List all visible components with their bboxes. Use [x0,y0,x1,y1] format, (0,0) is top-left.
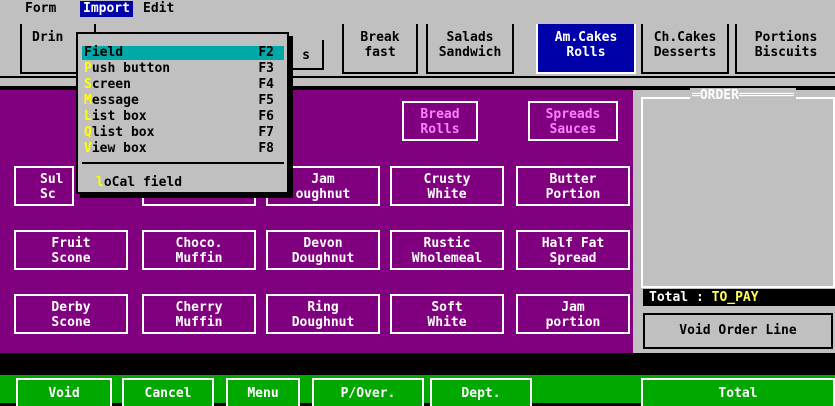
category-s-button[interactable]: s [288,40,324,70]
category-chcakes-button[interactable]: Ch.Cakes Desserts [641,24,729,74]
subcategory-bread-rolls-button[interactable]: Bread Rolls [402,101,478,141]
product-button[interactable]: Rustic Wholemeal [390,230,504,270]
hotkey-letter: V [84,141,92,156]
category-salads-button[interactable]: Salads Sandwich [426,24,514,74]
menu-item-push-button[interactable]: Push button F3 [82,62,284,76]
menu-bar: Form Import Edit [0,0,835,18]
bottom-bar: Void Cancel Menu P/Over. Dept. Total [0,375,835,406]
product-button[interactable]: Jam portion [516,294,630,334]
category-breakfast-button[interactable]: Break fast [342,24,418,74]
product-button[interactable]: Butter Portion [516,166,630,206]
menu-item-local-field[interactable]: loCal field [82,176,284,190]
subcategory-spreads-button[interactable]: Spreads Sauces [528,101,618,141]
menu-item-list-box[interactable]: List box F6 [82,110,284,124]
product-button[interactable]: Devon Doughnut [266,230,380,270]
menu-import[interactable]: Import [80,1,133,17]
hotkey-letter: S [84,77,92,92]
product-button[interactable]: Ring Doughnut [266,294,380,334]
product-button[interactable]: Choco. Muffin [142,230,256,270]
product-button[interactable]: Half Fat Spread [516,230,630,270]
menu-item-view-box[interactable]: View box F8 [82,142,284,156]
menu-separator [82,162,284,164]
department-button[interactable]: Dept. [430,378,532,406]
menu-item-screen[interactable]: Screen F4 [82,78,284,92]
divider [0,353,835,375]
total-button[interactable]: Total [641,378,835,406]
menu-form[interactable]: Form [22,1,59,17]
hotkey-letter: L [84,109,92,124]
void-order-line-button[interactable]: Void Order Line [643,313,833,349]
product-button[interactable]: Soft White [390,294,504,334]
order-total: Total : TO_PAY [643,289,835,306]
product-button[interactable]: Fruit Scone [14,230,128,270]
order-list[interactable] [641,97,835,288]
hotkey-letter: l [96,175,104,190]
category-amcakes-button[interactable]: Am.Cakes Rolls [536,24,636,74]
cancel-button[interactable]: Cancel [122,378,214,406]
product-button[interactable]: Crusty White [390,166,504,206]
menu-edit[interactable]: Edit [140,1,177,17]
menu-item-field[interactable]: Field F2 [82,46,284,60]
price-override-button[interactable]: P/Over. [312,378,424,406]
menu-item-message[interactable]: Message F5 [82,94,284,108]
hotkey-letter: Q [84,125,92,140]
product-button[interactable]: Derby Scone [14,294,128,334]
hotkey-letter: M [84,93,92,108]
void-button[interactable]: Void [16,378,112,406]
product-button[interactable]: Cherry Muffin [142,294,256,334]
product-button[interactable]: Sul Sc [14,166,74,206]
import-dropdown-menu: Field F2 Push button F3 Screen F4 Message F5… [76,32,289,194]
hotkey-letter: P [84,61,92,76]
order-title: ═ORDER═══════ [690,88,796,103]
menu-button[interactable]: Menu [226,378,300,406]
menu-item-qlist-box[interactable]: Qlist box F7 [82,126,284,140]
category-portions-button[interactable]: Portions Biscuits [735,24,835,74]
